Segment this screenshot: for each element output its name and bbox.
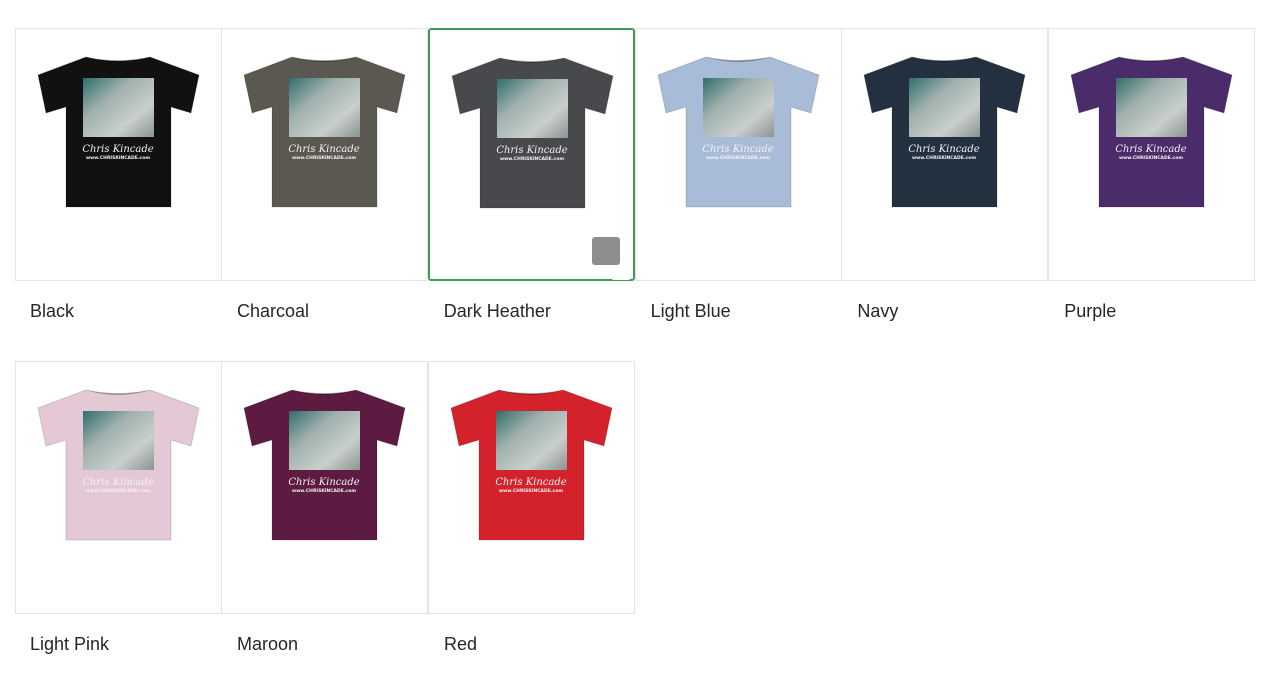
variant-label: Maroon xyxy=(237,634,299,654)
variant-dark-heather[interactable]: Chris Kincade www.CHRISKINCADE.com Dark H… xyxy=(427,28,636,361)
print-brand-text: Chris Kincade xyxy=(288,144,359,155)
variant-thumbnail[interactable]: Chris Kincade www.CHRISKINCADE.com xyxy=(428,361,635,614)
tshirt-image: Chris Kincadewww.CHRISKINCADE.com xyxy=(243,56,406,208)
wave-print xyxy=(1116,78,1188,137)
tshirt-image: Chris Kincadewww.CHRISKINCADE.com xyxy=(1070,56,1233,208)
print-url-text: www.CHRISKINCADE.com xyxy=(86,155,150,161)
print-url-text: www.CHRISKINCADE.com xyxy=(86,488,150,494)
print-brand-text: Chris Kincade xyxy=(288,477,359,488)
print-url-text: www.CHRISKINCADE.com xyxy=(292,488,356,494)
print-brand-text: Chris Kincade xyxy=(702,144,773,155)
variant-thumbnail[interactable]: Chris Kincade www.CHRISKINCADE.com xyxy=(15,28,222,281)
print-url-text: www.CHRISKINCADE.com xyxy=(912,155,976,161)
tshirt-image: Chris Kincadewww.CHRISKINCADE.com xyxy=(450,389,613,541)
variant-thumbnail[interactable]: Chris Kincade www.CHRISKINCADE.com xyxy=(221,28,428,281)
tshirt-image: Chris Kincadewww.CHRISKINCADE.com xyxy=(37,56,200,208)
variant-thumbnail[interactable]: Chris Kincade www.CHRISKINCADE.com xyxy=(841,28,1049,281)
wave-print xyxy=(496,79,568,138)
wave-print xyxy=(702,78,774,137)
print-url-text: www.CHRISKINCADE.com xyxy=(1119,155,1183,161)
print-brand-text: Chris Kincade xyxy=(82,477,153,488)
tshirt-image: Chris Kincadewww.CHRISKINCADE.com xyxy=(37,389,200,541)
tshirt-image: Chris Kincadewww.CHRISKINCADE.com xyxy=(243,389,406,541)
variant-label: Light Blue xyxy=(650,301,731,321)
print-brand-text: Chris Kincade xyxy=(82,144,153,155)
wave-print xyxy=(83,411,154,470)
color-variant-grid: Chris Kincade www.CHRISKINCADE.com Black … xyxy=(15,28,1256,684)
variant-thumbnail[interactable]: Chris Kincade www.CHRISKINCADE.com xyxy=(634,28,842,281)
variant-maroon[interactable]: Chris Kincade www.CHRISKINCADE.com Maroon xyxy=(221,361,429,684)
variant-thumbnail[interactable]: Chris Kincade www.CHRISKINCADE.com xyxy=(221,361,428,614)
variant-navy[interactable]: Chris Kincade www.CHRISKINCADE.com Navy xyxy=(841,28,1049,361)
print-url-text: www.CHRISKINCADE.com xyxy=(500,156,564,162)
variant-label: Light Pink xyxy=(30,634,110,654)
variant-thumbnail[interactable]: Chris Kincade www.CHRISKINCADE.com xyxy=(427,28,635,281)
wave-print xyxy=(289,78,360,137)
tshirt-image: Chris Kincadewww.CHRISKINCADE.com xyxy=(451,57,614,209)
variant-purple[interactable]: Chris Kincade www.CHRISKINCADE.com Purple xyxy=(1048,28,1256,361)
variant-row: Chris Kincade www.CHRISKINCADE.com Black … xyxy=(15,28,1256,361)
variant-label: Dark Heather xyxy=(443,301,551,321)
variant-red[interactable]: Chris Kincade www.CHRISKINCADE.com Red xyxy=(428,361,636,684)
variant-row: Chris Kincade www.CHRISKINCADE.com Light … xyxy=(15,361,1256,684)
print-brand-text: Chris Kincade xyxy=(909,144,980,155)
variant-light-pink[interactable]: Chris Kincade www.CHRISKINCADE.com Light … xyxy=(15,361,222,684)
print-url-text: www.CHRISKINCADE.com xyxy=(706,155,770,161)
wave-print xyxy=(289,411,360,470)
print-url-text: www.CHRISKINCADE.com xyxy=(292,155,356,161)
variant-label: Purple xyxy=(1064,301,1117,321)
tshirt-image: Chris Kincadewww.CHRISKINCADE.com xyxy=(657,56,820,208)
variant-charcoal[interactable]: Chris Kincade www.CHRISKINCADE.com Charco… xyxy=(221,28,429,361)
variant-thumbnail[interactable]: Chris Kincade www.CHRISKINCADE.com xyxy=(1048,28,1256,281)
variant-label: Charcoal xyxy=(237,301,310,321)
variant-black[interactable]: Chris Kincade www.CHRISKINCADE.com Black xyxy=(15,28,222,361)
print-brand-text: Chris Kincade xyxy=(1116,144,1187,155)
wave-print xyxy=(909,78,981,137)
image-icon xyxy=(591,237,630,280)
wave-print xyxy=(83,78,154,137)
variant-thumbnail[interactable]: Chris Kincade www.CHRISKINCADE.com xyxy=(15,361,222,614)
print-brand-text: Chris Kincade xyxy=(495,477,566,488)
print-url-text: www.CHRISKINCADE.com xyxy=(499,488,563,494)
print-brand-text: Chris Kincade xyxy=(496,145,567,156)
variant-label: Black xyxy=(30,301,75,321)
tshirt-image: Chris Kincadewww.CHRISKINCADE.com xyxy=(863,56,1026,208)
variant-label: Red xyxy=(444,634,478,654)
variant-label: Navy xyxy=(857,301,899,321)
wave-print xyxy=(496,411,567,470)
variant-light-blue[interactable]: Chris Kincade www.CHRISKINCADE.com Light … xyxy=(634,28,843,361)
